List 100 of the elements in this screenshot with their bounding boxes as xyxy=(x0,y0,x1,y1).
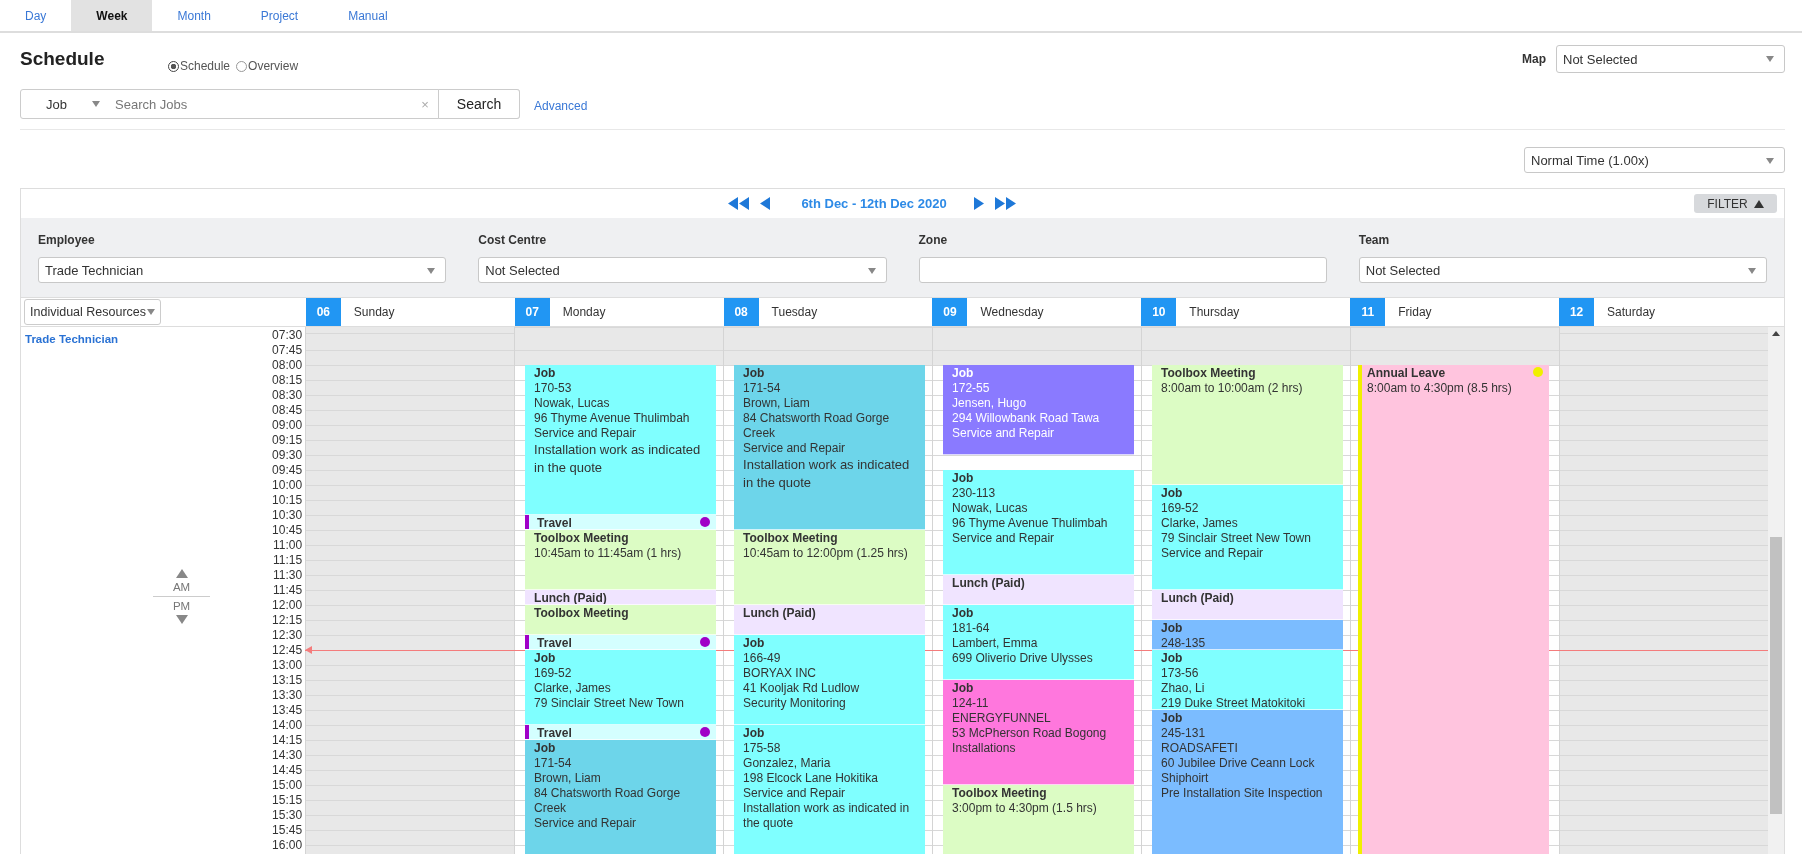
travel-event[interactable]: Travel xyxy=(525,515,717,530)
day-name: Wednesday xyxy=(980,305,1044,319)
status-dot xyxy=(700,727,711,737)
event-detail: BORYAX INC xyxy=(743,666,816,681)
event-detail: Service and Repair xyxy=(952,531,1055,546)
job-event[interactable]: Job 230-113 Nowak, Lucas 96 Thyme Avenue Thulimbah Service and Repair xyxy=(943,470,1135,575)
event-title: Job xyxy=(743,366,765,381)
job-event[interactable]: Job 171-54 Brown, Liam 84 Chatsworth Road Gorge Creek Service and Repair xyxy=(525,740,717,854)
job-event[interactable]: Job 124-11 ENERGYFUNNEL 53 McPherson Road Bogong Installations xyxy=(943,680,1135,785)
time-label: 07:45 xyxy=(272,343,303,358)
leave-event[interactable]: Annual Leave 8:00am to 4:30pm (8.5 hrs) xyxy=(1358,365,1550,854)
scroll-up-icon[interactable] xyxy=(1772,331,1781,336)
travel-event[interactable]: Travel xyxy=(525,725,717,740)
view-tab[interactable]: Project xyxy=(235,0,324,31)
meeting-event[interactable]: Toolbox Meeting 8:00am to 10:00am (2 hrs) xyxy=(1152,365,1344,485)
time-label: 15:45 xyxy=(272,823,303,838)
time-label: 14:45 xyxy=(272,763,303,778)
job-event[interactable]: Job 248-135 xyxy=(1152,620,1344,650)
time-label: 14:00 xyxy=(272,718,303,733)
time-label: 11:30 xyxy=(272,568,303,583)
am-label[interactable]: AM xyxy=(172,581,191,593)
meeting-event[interactable]: Toolbox Meeting xyxy=(525,605,717,635)
event-detail: 171-54 xyxy=(534,756,572,771)
day-number: 09 xyxy=(932,298,968,326)
view-radio[interactable]: Schedule xyxy=(168,59,231,73)
event-detail: 169-52 xyxy=(534,666,572,681)
event-detail: 41 Kooljak Rd Ludlow xyxy=(743,681,860,696)
filter-select[interactable]: Not Selected xyxy=(478,257,887,283)
caret-icon xyxy=(92,101,100,107)
caret-icon xyxy=(867,268,876,274)
advanced-link[interactable]: Advanced xyxy=(534,99,588,113)
search-button[interactable]: Search xyxy=(438,89,520,119)
pm-label[interactable]: PM xyxy=(172,600,191,612)
filter-select[interactable]: Trade Technician xyxy=(38,257,447,283)
job-event[interactable]: Job 169-52 Clarke, James 79 Sinclair Street New Town Service and Repair xyxy=(1152,485,1344,590)
job-event[interactable]: Job 170-53 Nowak, Lucas 96 Thyme Avenue Thulimbah Service and Repair Installation work as indicated in the quote xyxy=(525,365,717,515)
caret-icon xyxy=(1766,56,1774,62)
event-detail: Brown, Liam xyxy=(534,771,601,786)
resource-link[interactable]: Trade Technician xyxy=(25,333,119,345)
filter-input[interactable] xyxy=(918,257,1327,283)
meeting-event[interactable]: Toolbox Meeting 10:45am to 12:00pm (1.25 hrs) xyxy=(734,530,926,605)
day-name: Thursday xyxy=(1189,305,1240,319)
caret-icon xyxy=(1766,158,1774,164)
event-detail: Pre Installation Site Inspection xyxy=(1161,786,1323,801)
event-detail: 8:00am to 10:00am (2 hrs) xyxy=(1161,381,1303,396)
event-title: Job xyxy=(1161,651,1183,666)
time-label: 08:30 xyxy=(272,388,303,403)
time-scale-select[interactable]: Normal Time (1.00x) xyxy=(1524,147,1785,173)
event-title: Job xyxy=(743,726,765,741)
view-tab[interactable]: Week xyxy=(71,0,153,31)
search-type-dropdown[interactable]: Job xyxy=(21,90,113,118)
resource-mode-dropdown[interactable]: Individual Resources xyxy=(24,299,162,325)
view-tab[interactable]: Day xyxy=(0,0,72,31)
lunch-event[interactable]: Lunch (Paid) xyxy=(1152,590,1344,620)
time-label: 11:15 xyxy=(272,553,303,568)
event-title: Job xyxy=(1161,621,1183,636)
event-title: Toolbox Meeting xyxy=(1161,366,1256,381)
event-title: Toolbox Meeting xyxy=(534,606,629,621)
job-event[interactable]: Job 175-58 Gonzalez, Maria 198 Elcock Lane Hokitika Service and Repair Installation work as indicated in the quote xyxy=(734,725,926,854)
job-event[interactable]: Job 173-56 Zhao, Li 219 Duke Street Matokitoki xyxy=(1152,650,1344,710)
filter-select[interactable]: Not Selected xyxy=(1358,257,1767,283)
meeting-event[interactable]: Toolbox Meeting 10:45am to 11:45am (1 hrs) xyxy=(525,530,717,590)
status-dot xyxy=(700,637,711,647)
scroll-down-icon[interactable] xyxy=(175,615,188,624)
event-detail: Zhao, Li xyxy=(1161,681,1205,696)
event-title: Job xyxy=(1161,486,1183,501)
lunch-event[interactable]: Lunch (Paid) xyxy=(943,575,1135,605)
event-detail: ROADSAFETI xyxy=(1161,741,1238,756)
lunch-event[interactable]: Lunch (Paid) xyxy=(525,590,717,605)
time-label: 09:30 xyxy=(272,448,303,463)
first-week-icon[interactable] xyxy=(728,197,751,210)
scrollbar-thumb[interactable] xyxy=(1770,537,1782,814)
day-number: 12 xyxy=(1559,298,1595,326)
filter-button[interactable]: FILTER xyxy=(1694,194,1777,213)
time-label: 14:15 xyxy=(272,733,303,748)
job-event[interactable]: Job 245-131 ROADSAFETI 60 Jubilee Drive Ceann Lock Shiphoirt Pre Installation Site Inspection xyxy=(1152,710,1344,854)
radio-circle[interactable] xyxy=(236,60,248,72)
event-title: Lunch (Paid) xyxy=(1161,591,1234,605)
time-label: 13:45 xyxy=(272,703,303,718)
previous-week-icon[interactable] xyxy=(760,197,772,210)
job-event[interactable]: Job 169-52 Clarke, James 79 Sinclair Street New Town xyxy=(525,650,717,725)
view-tab[interactable]: Month xyxy=(152,0,236,31)
view-tab[interactable]: Manual xyxy=(323,0,413,31)
view-radio[interactable]: Overview xyxy=(236,59,299,73)
map-select[interactable]: Not Selected xyxy=(1556,45,1785,73)
event-detail: Service and Repair xyxy=(952,426,1055,441)
time-label: 13:15 xyxy=(272,673,303,688)
lunch-event[interactable]: Lunch (Paid) xyxy=(734,605,926,635)
travel-event[interactable]: Travel xyxy=(525,635,717,650)
job-event[interactable]: Job 171-54 Brown, Liam 84 Chatsworth Road Gorge Creek Service and Repair Installation work as indicated in the quote xyxy=(734,365,926,530)
time-label: 09:00 xyxy=(272,418,303,433)
job-event[interactable]: Job 166-49 BORYAX INC 41 Kooljak Rd Ludlow Security Monitoring xyxy=(734,635,926,725)
last-week-icon[interactable] xyxy=(994,197,1017,210)
job-event[interactable]: Job 181-64 Lambert, Emma 699 Oliverio Drive Ulysses xyxy=(943,605,1135,680)
day-number: 06 xyxy=(305,298,341,326)
meeting-event[interactable]: Toolbox Meeting 3:00pm to 4:30pm (1.5 hrs) xyxy=(943,785,1135,854)
radio-circle[interactable] xyxy=(168,60,179,72)
next-week-icon[interactable] xyxy=(973,197,985,210)
event-detail: 171-54 xyxy=(743,381,781,396)
time-label: 10:30 xyxy=(272,508,303,523)
